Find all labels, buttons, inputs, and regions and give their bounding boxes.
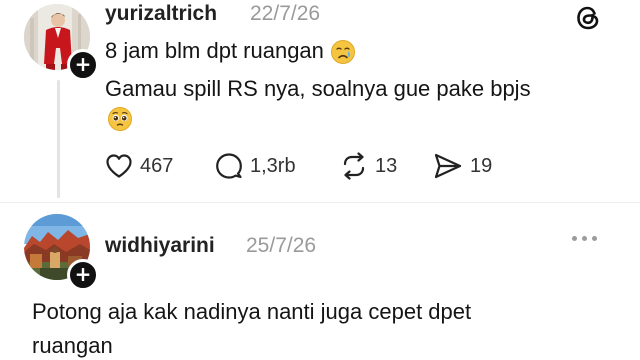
like-count: 467 xyxy=(140,154,174,177)
post-text-line-1: 8 jam blm dpt ruangan xyxy=(105,38,356,65)
pleading-face-emoji-icon xyxy=(107,106,133,132)
divider xyxy=(0,202,640,203)
like-button[interactable]: 467 xyxy=(105,150,173,182)
reply-button[interactable]: 1,3rb xyxy=(215,150,296,182)
share-button[interactable]: 19 xyxy=(433,150,492,182)
repost-icon xyxy=(343,152,365,180)
reply-text-line-1: Potong aja kak nadinya nanti juga cepet … xyxy=(32,299,472,324)
heart-icon xyxy=(106,154,132,178)
crying-face-emoji-icon xyxy=(331,40,356,65)
repost-button[interactable]: 13 xyxy=(340,150,397,182)
reply-follow-plus-icon[interactable]: + xyxy=(67,259,99,291)
post-text-line-2: Gamau spill RS nya, soalnya gue pake bpj… xyxy=(105,76,531,101)
comment-icon xyxy=(216,153,242,179)
reply-count: 1,3rb xyxy=(250,154,296,177)
follow-plus-icon[interactable]: + xyxy=(67,49,99,81)
share-count: 19 xyxy=(470,154,493,177)
repost-count: 13 xyxy=(375,154,398,177)
post-text-line-1-content: 8 jam blm dpt ruangan xyxy=(105,38,324,63)
reply-username[interactable]: widhiyarini xyxy=(105,234,215,258)
threads-logo-icon[interactable] xyxy=(574,4,602,32)
thread-connector xyxy=(57,80,60,198)
reply-text-line-2: ruangan xyxy=(32,333,113,358)
post-username[interactable]: yurizaltrich xyxy=(105,2,217,26)
more-dots-icon[interactable] xyxy=(572,236,597,241)
reply-date: 25/7/26 xyxy=(246,234,317,257)
send-icon xyxy=(434,153,462,179)
post-date: 22/7/26 xyxy=(250,2,321,25)
